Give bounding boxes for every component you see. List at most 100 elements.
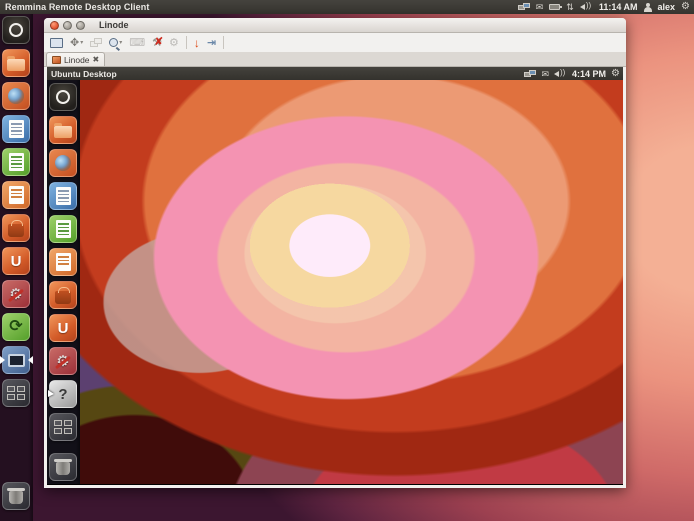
remote-launcher-item-trash[interactable] (49, 453, 77, 481)
remote-clock[interactable]: 4:14 PM (572, 69, 606, 79)
workspace-grid-icon (7, 386, 25, 400)
remote-launcher-item-libreoffice-calc[interactable] (49, 215, 77, 243)
remote-wallpaper (80, 80, 623, 484)
host-launcher: U ⚙ ⟳ (0, 14, 33, 521)
volume-icon[interactable]: )) (554, 70, 567, 78)
screenshot-download-button[interactable]: ↓ (194, 37, 200, 49)
remote-launcher-item-ubuntu-one[interactable]: U (49, 314, 77, 342)
remote-launcher-item-files[interactable] (49, 116, 77, 144)
shopping-bag-icon (55, 291, 71, 304)
magnifier-icon (109, 38, 118, 47)
remote-launcher-item-system-settings[interactable]: ⚙ (49, 347, 77, 375)
calc-spreadsheet-icon (9, 153, 24, 171)
keyboard-grab-button: ⌨ (129, 37, 145, 49)
window-close-button[interactable] (50, 21, 59, 30)
firefox-globe-icon (8, 88, 24, 104)
chevron-down-icon: ▾ (119, 37, 122, 49)
launcher-item-libreoffice-impress[interactable] (2, 181, 30, 209)
chevron-down-icon: ▾ (80, 37, 83, 49)
user-icon (644, 3, 652, 12)
remote-tray: ✉ )) 4:14 PM ⚙ (524, 69, 623, 79)
zoom-quality-button[interactable]: ▾ (109, 37, 122, 49)
shopping-bag-icon (8, 224, 24, 237)
calc-spreadsheet-icon (56, 220, 71, 238)
launcher-item-trash[interactable] (2, 482, 30, 510)
launcher-item-files[interactable] (2, 49, 30, 77)
volume-icon[interactable]: )) (580, 3, 593, 11)
ubuntu-one-icon: U (58, 320, 69, 337)
tools-button[interactable]: ⚒✘ (152, 37, 162, 49)
remote-launcher-item-firefox[interactable] (49, 149, 77, 177)
network-monitors-icon[interactable] (524, 70, 536, 78)
host-tray: ✉ ⇅ )) 11:14 AM alex ⚙ (518, 2, 694, 12)
launcher-item-dash-home[interactable] (2, 16, 30, 44)
host-username[interactable]: alex (658, 2, 676, 12)
launcher-item-libreoffice-calc[interactable] (2, 148, 30, 176)
toolbar-separator (223, 36, 224, 49)
preferences-gears-button: ⚙ (169, 37, 179, 49)
window-maximize-button[interactable] (76, 21, 85, 30)
host-panel-title: Remmina Remote Desktop Client (5, 2, 149, 12)
red-x-icon: ✘ (154, 36, 163, 48)
question-mark-icon: ? (58, 386, 67, 403)
workspace-grid-icon (54, 420, 72, 434)
launcher-item-green-app[interactable]: ⟳ (2, 313, 30, 341)
remote-screen-icon (8, 354, 25, 367)
ubuntu-one-icon: U (11, 253, 22, 270)
remote-launcher-item-libreoffice-impress[interactable] (49, 248, 77, 276)
ubuntu-logo-icon (9, 23, 23, 37)
remmina-titlebar[interactable]: Linode (44, 18, 626, 33)
launcher-item-remmina[interactable] (2, 346, 30, 374)
mail-icon[interactable]: ✉ (541, 69, 549, 79)
session-gear-icon[interactable]: ⚙ (611, 69, 620, 79)
impress-presentation-icon (56, 253, 71, 271)
trash-can-icon (9, 491, 23, 504)
mail-icon[interactable]: ✉ (536, 2, 544, 12)
disconnect-button[interactable]: ⇥ (207, 37, 216, 49)
focused-indicator-arrow (28, 356, 33, 364)
folder-icon (54, 126, 72, 138)
launcher-item-workspace-switcher[interactable] (2, 379, 30, 407)
session-gear-icon[interactable]: ⚙ (681, 2, 690, 12)
connection-tab-icon (52, 56, 61, 64)
connection-tab-linode[interactable]: Linode ✖ (46, 52, 105, 66)
remote-launcher-item-software-center[interactable] (49, 281, 77, 309)
tab-close-icon[interactable]: ✖ (93, 55, 100, 64)
impress-presentation-icon (9, 186, 24, 204)
remote-launcher: U ⚙ ? (47, 80, 80, 484)
gear-wrench-icon: ⚙ (56, 354, 69, 369)
remote-top-panel: Ubuntu Desktop ✉ )) 4:14 PM ⚙ (47, 67, 623, 80)
remote-panel-title: Ubuntu Desktop (51, 69, 117, 79)
host-clock[interactable]: 11:14 AM (599, 2, 638, 12)
launcher-item-firefox[interactable] (2, 82, 30, 110)
launcher-item-ubuntu-one[interactable]: U (2, 247, 30, 275)
remote-launcher-item-libreoffice-writer[interactable] (49, 182, 77, 210)
network-traffic-icon[interactable]: ⇅ (566, 2, 574, 12)
battery-icon[interactable] (549, 4, 560, 10)
launcher-item-software-center[interactable] (2, 214, 30, 242)
launcher-item-libreoffice-writer[interactable] (2, 115, 30, 143)
fullscreen-button[interactable] (50, 38, 63, 48)
remote-desktop-view[interactable]: Ubuntu Desktop ✉ )) 4:14 PM ⚙ U ⚙ (45, 67, 625, 487)
writer-document-icon (9, 120, 24, 138)
folder-icon (7, 59, 25, 71)
gear-wrench-icon: ⚙ (9, 287, 22, 302)
connection-tab-label: Linode (64, 55, 90, 65)
duplicate-connection-button (90, 38, 102, 47)
remmina-window: Linode ✥▾ ▾ ⌨ ⚒✘ ⚙ ↓ ⇥ Linode ✖ Ubuntu D… (44, 18, 626, 488)
ubuntu-logo-icon (56, 90, 70, 104)
remmina-toolbar: ✥▾ ▾ ⌨ ⚒✘ ⚙ ↓ ⇥ (44, 33, 626, 52)
remote-launcher-item-dash-home[interactable] (49, 83, 77, 111)
remote-launcher-item-workspace-switcher[interactable] (49, 413, 77, 441)
network-monitors-icon[interactable] (518, 3, 530, 11)
mouse-cursor (48, 390, 54, 397)
host-top-panel: Remmina Remote Desktop Client ✉ ⇅ )) 11:… (0, 0, 694, 14)
launcher-item-system-settings[interactable]: ⚙ (2, 280, 30, 308)
window-title: Linode (99, 20, 129, 30)
writer-document-icon (56, 187, 71, 205)
running-indicator-arrow (0, 356, 5, 364)
scale-viewport-button[interactable]: ✥▾ (70, 37, 83, 49)
toolbar-separator (186, 36, 187, 49)
dual-windows-icon (90, 38, 102, 47)
window-minimize-button[interactable] (63, 21, 72, 30)
